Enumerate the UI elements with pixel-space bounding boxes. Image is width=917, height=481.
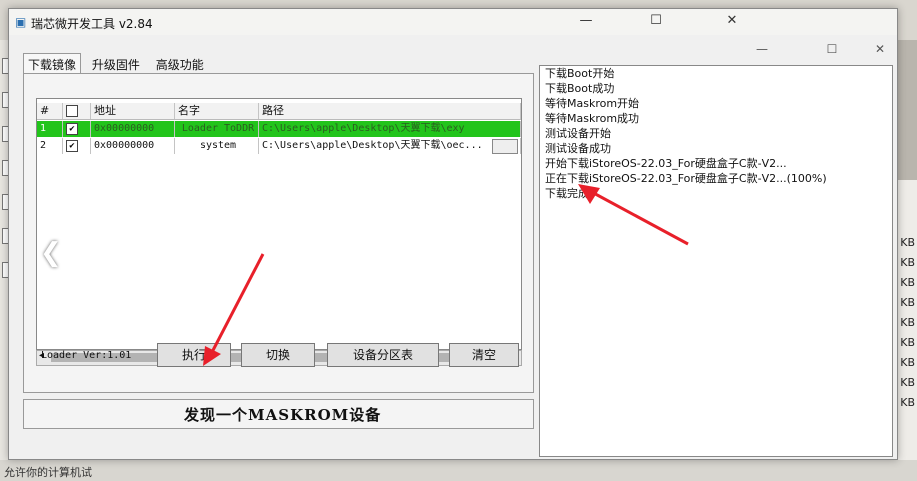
execute-button[interactable]: 执行 [157,343,231,367]
row-path-text: C:\Users\apple\Desktop\天翼下载\oec... [262,140,483,151]
table-header: # 地址 名字 路径 [37,103,521,120]
row-checkbox[interactable]: ✔ [63,121,91,137]
row-check-mark[interactable]: ✔ [66,123,78,135]
row-check-mark[interactable]: ✔ [66,140,78,152]
log-line: 下载Boot开始 [545,67,615,80]
title-bar: ▣ 瑞芯微开发工具 v2.84 — ☐ ✕ [9,9,897,35]
chevron-left-icon[interactable]: ❮ [40,238,62,268]
image-table: # 地址 名字 路径 1 ✔ 0x00000000 Loader ToDDR C… [36,98,522,350]
device-status: 发现一个MASKROM设备 [184,406,382,424]
row-name: Loader ToDDR [175,121,259,137]
row-index: 2 [37,138,63,154]
background-taskbar: 允许你的计算机试 [0,460,917,481]
log-line: 正在下载iStoreOS-22.03_For硬盘盒子C款-V2...(100%) [545,172,827,185]
sub-close-button[interactable]: ✕ [867,41,893,57]
header-path: 路径 [259,103,521,119]
maximize-button[interactable]: ☐ [641,11,671,31]
header-index: # [37,103,63,119]
row-address: 0x00000000 [91,121,175,137]
log-line: 测试设备成功 [545,142,611,155]
bottom-text: 允许你的计算机试 [4,466,92,479]
minimize-button[interactable]: — [571,11,601,31]
switch-button[interactable]: 切换 [241,343,315,367]
tab-bar: 下载镜像 升级固件 高级功能 [23,53,211,75]
row-checkbox[interactable]: ✔ [63,138,91,154]
row-path[interactable]: C:\Users\apple\Desktop\天翼下载\exy [259,121,521,137]
row-address: 0x00000000 [91,138,175,154]
log-panel: 下载Boot开始 下载Boot成功 等待Maskrom开始 等待Maskrom成… [539,65,893,457]
log-line: 开始下载iStoreOS-22.03_For硬盘盒子C款-V2... [545,157,787,170]
sub-maximize-button[interactable]: ☐ [819,41,845,57]
select-all-checkbox[interactable] [66,105,78,117]
row-index: 1 [37,121,63,137]
sub-minimize-button[interactable]: — [749,41,775,57]
header-check[interactable] [63,103,91,119]
log-line: 测试设备开始 [545,127,611,140]
window-title: 瑞芯微开发工具 v2.84 [31,17,153,31]
loader-version: Loader Ver:1.01 [41,350,132,361]
log-line: 下载完成 [545,187,589,200]
log-line: 等待Maskrom成功 [545,112,640,125]
browse-button[interactable] [492,139,518,154]
log-line: 等待Maskrom开始 [545,97,640,110]
header-address: 地址 [91,103,175,119]
table-row[interactable]: 1 ✔ 0x00000000 Loader ToDDR C:\Users\app… [37,121,521,137]
partition-table-button[interactable]: 设备分区表 [327,343,439,367]
row-path[interactable]: C:\Users\apple\Desktop\天翼下载\oec... [259,138,521,154]
status-bar: 发现一个MASKROM设备 [23,399,534,429]
close-button[interactable]: ✕ [717,11,747,31]
table-row[interactable]: 2 ✔ 0x00000000 system C:\Users\apple\Des… [37,138,521,154]
log-line: 下载Boot成功 [545,82,615,95]
tab-download-image[interactable]: 下载镜像 [23,53,82,75]
row-name: system [175,138,259,154]
app-window: ▣ 瑞芯微开发工具 v2.84 — ☐ ✕ — ☐ ✕ 下载镜像 升级固件 高级… [8,8,898,460]
clear-button[interactable]: 清空 [449,343,519,367]
app-icon: ▣ [15,15,27,29]
header-name: 名字 [175,103,259,119]
